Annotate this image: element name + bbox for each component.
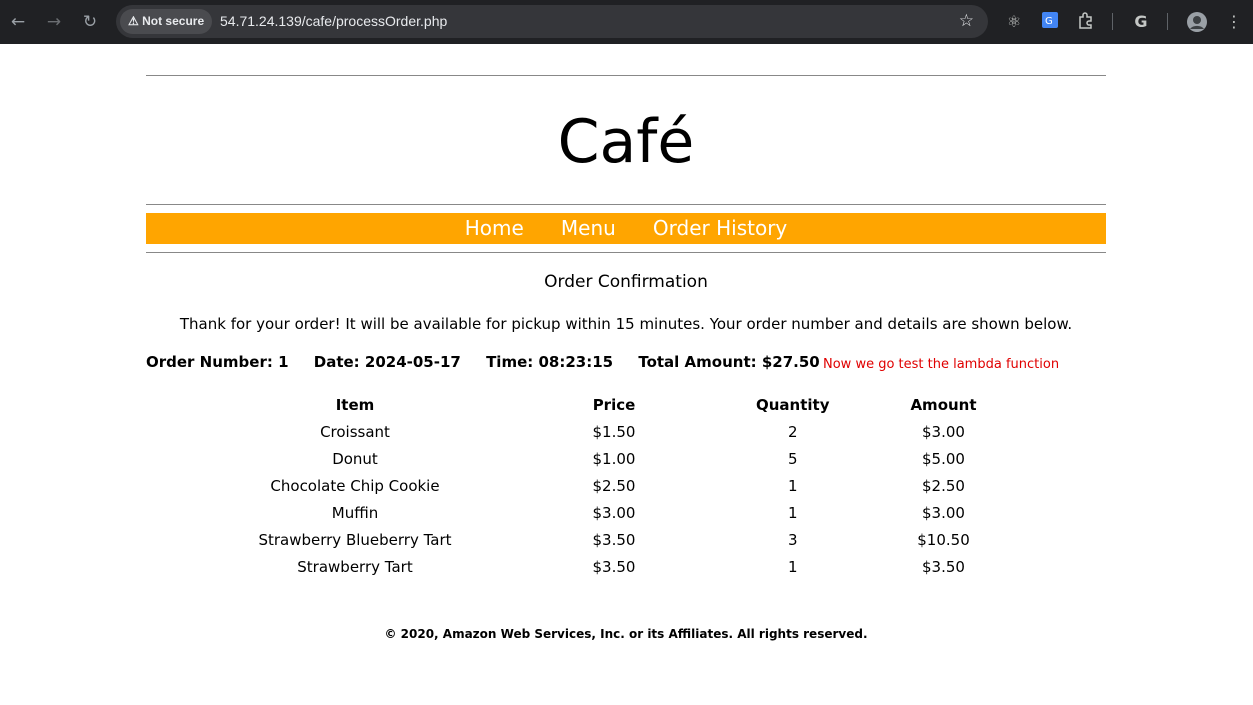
security-label: Not secure: [142, 14, 205, 28]
google-icon[interactable]: G: [1130, 11, 1152, 33]
forward-arrow-icon[interactable]: →: [43, 11, 65, 33]
item-amount: $3.50: [922, 557, 965, 576]
item-name: Donut: [332, 449, 378, 468]
item-quantity: 3: [787, 530, 798, 549]
item-quantity: 2: [787, 422, 798, 441]
order-confirmation-heading: Order Confirmation: [544, 272, 708, 292]
item-name: Muffin: [331, 503, 379, 522]
column-header-item: Item: [335, 396, 375, 414]
title-divider: [146, 204, 1106, 205]
more-menu-icon[interactable]: ⋮: [1223, 11, 1245, 33]
item-quantity: 1: [787, 557, 798, 576]
nav-menu-link[interactable]: Menu: [561, 213, 616, 244]
item-name: Strawberry Blueberry Tart: [258, 530, 452, 549]
order-date: Date: 2024-05-17: [313, 353, 461, 371]
reload-icon[interactable]: ↻: [79, 11, 101, 33]
table-row: Donut $1.00 5 $5.00: [238, 445, 1058, 472]
table-row: Strawberry Tart $3.50 1 $3.50: [238, 553, 1058, 580]
item-quantity: 5: [787, 449, 798, 468]
thank-you-message: Thank for your order! It will be availab…: [179, 315, 1073, 333]
item-amount: $3.00: [922, 422, 965, 441]
nav-home-link[interactable]: Home: [465, 213, 524, 244]
table-row: Strawberry Blueberry Tart $3.50 3 $10.50: [238, 526, 1058, 553]
toolbar-divider: [1167, 13, 1168, 30]
item-price: $3.50: [592, 557, 636, 576]
item-price: $2.50: [592, 476, 636, 495]
main-nav: Home Menu Order History: [146, 213, 1106, 244]
item-price: $3.00: [592, 503, 636, 522]
item-quantity: 1: [787, 476, 798, 495]
item-name: Strawberry Tart: [297, 557, 413, 576]
item-amount: $5.00: [922, 449, 965, 468]
table-row: Muffin $3.00 1 $3.00: [238, 499, 1058, 526]
item-name: Croissant: [320, 422, 390, 441]
address-bar[interactable]: ⚠ Not secure 54.71.24.139/cafe/processOr…: [116, 5, 988, 38]
item-price: $3.50: [592, 530, 636, 549]
order-number: Order Number: 1: [146, 353, 289, 371]
item-price: $1.50: [592, 422, 636, 441]
profile-avatar-icon[interactable]: [1186, 11, 1208, 33]
security-chip[interactable]: ⚠ Not secure: [120, 9, 213, 34]
toolbar-divider: [1112, 13, 1113, 30]
table-row: Chocolate Chip Cookie $2.50 1 $2.50: [238, 472, 1058, 499]
column-header-quantity: Quantity: [756, 396, 830, 414]
column-header-amount: Amount: [910, 396, 977, 414]
item-price: $1.00: [592, 449, 636, 468]
order-summary: Order Number: 1 Date: 2024-05-17 Time: 0…: [146, 353, 840, 371]
extensions-puzzle-icon[interactable]: [1075, 11, 1097, 33]
table-row: Croissant $1.50 2 $3.00: [238, 418, 1058, 445]
react-devtools-icon[interactable]: ⚛: [1003, 11, 1025, 33]
item-amount: $10.50: [917, 530, 970, 549]
item-amount: $3.00: [922, 503, 965, 522]
bookmark-star-icon[interactable]: ☆: [959, 5, 974, 38]
site-title: Café: [557, 107, 695, 177]
nav-divider: [146, 252, 1106, 253]
lambda-note: Now we go test the lambda function: [823, 357, 1060, 372]
back-arrow-icon[interactable]: ←: [7, 11, 29, 33]
warning-icon: ⚠: [128, 14, 139, 28]
svg-text:G: G: [1045, 16, 1053, 27]
item-name: Chocolate Chip Cookie: [270, 476, 440, 495]
order-items-table: Item Price Quantity Amount Croissant $1.…: [238, 392, 1058, 580]
copyright-footer: © 2020, Amazon Web Services, Inc. or its…: [384, 627, 868, 641]
browser-toolbar: ← → ↻ ⚠ Not secure 54.71.24.139/cafe/pro…: [0, 0, 1253, 44]
order-total: Total Amount: $27.50: [638, 353, 820, 371]
order-time: Time: 08:23:15: [486, 353, 614, 371]
translate-icon[interactable]: G: [1039, 11, 1061, 33]
table-header-row: Item Price Quantity Amount: [238, 392, 1058, 418]
item-quantity: 1: [787, 503, 798, 522]
column-header-price: Price: [592, 396, 636, 414]
url-text[interactable]: 54.71.24.139/cafe/processOrder.php: [220, 5, 447, 38]
nav-order-history-link[interactable]: Order History: [653, 213, 787, 244]
top-divider: [146, 75, 1106, 76]
item-amount: $2.50: [922, 476, 965, 495]
